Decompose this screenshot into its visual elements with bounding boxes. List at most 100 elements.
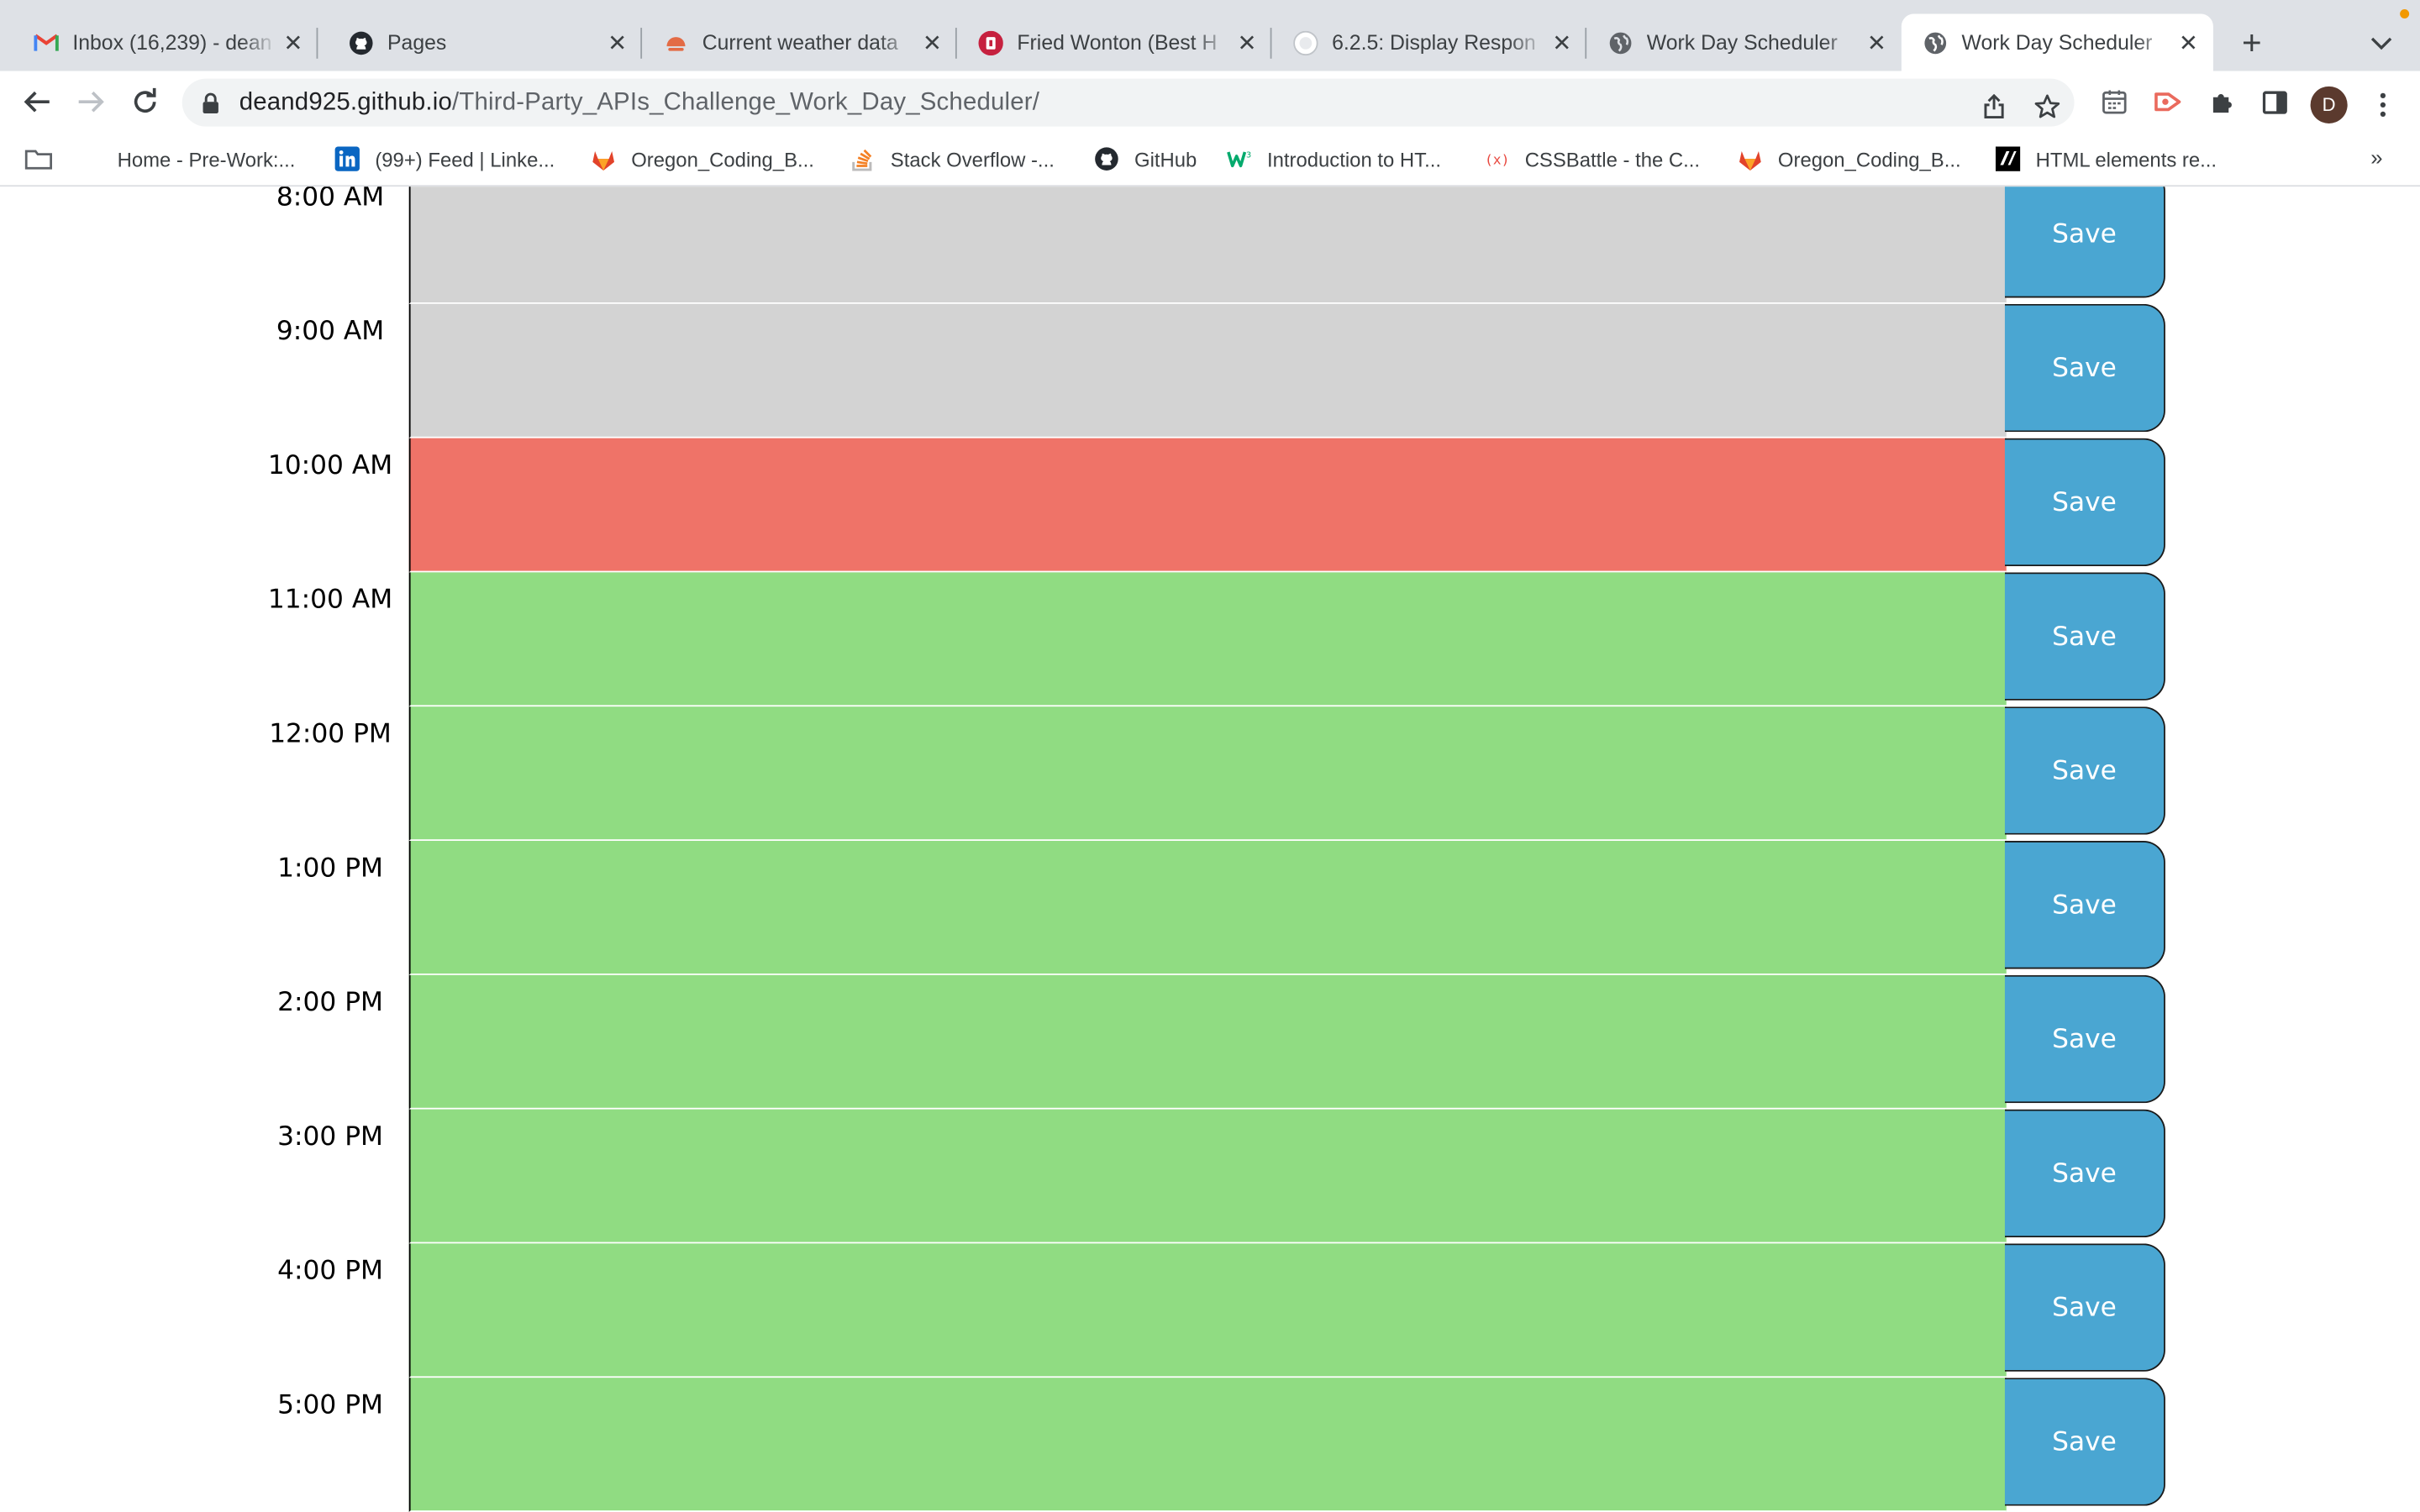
close-tab-icon[interactable]: ✕	[278, 27, 309, 58]
time-block: 8:00 AM Save	[0, 186, 2420, 304]
tab-scheduler-active[interactable]: Work Day Scheduler ✕	[1901, 13, 2213, 71]
hour-label: 8:00 AM	[276, 186, 385, 213]
event-description[interactable]	[408, 1243, 2007, 1378]
bookmark-item[interactable]: Oregon_Coding_B...	[1738, 144, 1961, 175]
close-tab-icon[interactable]: ✕	[1232, 27, 1263, 58]
browser-chrome: Inbox (16,239) - dean ✕ Pages ✕ Current …	[0, 0, 2420, 187]
event-description[interactable]	[408, 706, 2007, 842]
save-button[interactable]: Save	[2004, 706, 2165, 835]
bookmark-item[interactable]: (x) CSSBattle - the C...	[1485, 144, 1700, 175]
event-description[interactable]	[408, 974, 2007, 1110]
bookmark-item[interactable]: HTML elements re...	[1995, 144, 2217, 175]
w3schools-icon: 3	[1227, 146, 1251, 171]
folder-page-icon	[77, 146, 102, 171]
event-description[interactable]	[408, 572, 2007, 707]
side-panel-icon[interactable]	[2260, 87, 2291, 118]
tab-title: Fried Wonton (Best H	[1017, 30, 1218, 55]
close-tab-icon[interactable]: ✕	[1546, 27, 1577, 58]
share-icon[interactable]	[1979, 91, 2010, 122]
tab-recipe[interactable]: Fried Wonton (Best H ✕	[957, 14, 1272, 71]
bookmark-item[interactable]: Stack Overflow -...	[850, 144, 1055, 175]
hour-label: 9:00 AM	[276, 316, 385, 348]
event-description[interactable]	[408, 1109, 2007, 1244]
save-button[interactable]: Save	[2004, 1109, 2165, 1238]
bookmark-item[interactable]: 3 Introduction to HT...	[1227, 144, 1441, 175]
forward-icon[interactable]	[72, 83, 109, 120]
gitlab-icon	[1738, 146, 1762, 171]
tab-pages[interactable]: Pages ✕	[327, 14, 643, 71]
bookmark-label: CSSBattle - the C...	[1524, 147, 1701, 171]
bookmark-label: Introduction to HT...	[1266, 147, 1442, 171]
hour-label: 11:00 AM	[267, 585, 393, 616]
stackoverflow-icon	[850, 146, 875, 171]
lock-icon[interactable]	[203, 92, 224, 113]
gmail-icon	[34, 30, 59, 55]
profile-avatar[interactable]: D	[2310, 86, 2348, 123]
close-tab-icon[interactable]: ✕	[2173, 27, 2204, 58]
event-description[interactable]	[408, 186, 2007, 304]
tab-strip: Inbox (16,239) - dean ✕ Pages ✕ Current …	[0, 0, 2420, 71]
hour-label: 10:00 AM	[267, 450, 393, 482]
hour-label: 12:00 PM	[269, 718, 392, 750]
gitlab-icon	[591, 146, 615, 171]
calendar-extension-icon[interactable]	[2099, 87, 2130, 118]
address-bar[interactable]: deand925.github.io/Third-Party_APIs_Chal…	[182, 78, 2075, 127]
bookmarks-overflow-icon[interactable]: »	[2370, 145, 2382, 170]
save-button[interactable]: Save	[2004, 841, 2165, 969]
apps-folder-icon[interactable]	[24, 144, 52, 175]
tab-weather[interactable]: Current weather data ✕	[642, 14, 957, 71]
tab-scheduler[interactable]: Work Day Scheduler ✕	[1586, 14, 1902, 71]
url-path: /Third-Party_APIs_Challenge_Work_Day_Sch…	[452, 88, 1040, 115]
event-description[interactable]	[408, 438, 2007, 573]
bookmark-star-icon[interactable]	[2031, 91, 2062, 122]
github-icon	[1094, 146, 1118, 171]
save-button[interactable]: Save	[2004, 1378, 2165, 1506]
tab-course[interactable]: 6.2.5: Display Respon ✕	[1271, 14, 1587, 71]
bookmark-label: Oregon_Coding_B...	[1777, 147, 1961, 171]
bookmark-label: (99+) Feed | Linke...	[375, 147, 555, 171]
tab-title: Work Day Scheduler	[1961, 30, 2153, 55]
scheduler-page: 8:00 AM Save 9:00 AM Save 10:00 AM Save …	[0, 186, 2420, 1512]
svg-text:(x): (x)	[1485, 152, 1509, 168]
save-button[interactable]: Save	[2004, 1243, 2165, 1372]
tab-gmail[interactable]: Inbox (16,239) - dean ✕	[13, 14, 318, 71]
notification-dot	[2400, 9, 2410, 19]
url-text: deand925.github.io/Third-Party_APIs_Chal…	[239, 89, 1039, 117]
url-host: deand925.github.io	[239, 88, 453, 115]
new-tab-icon[interactable]: +	[2233, 24, 2270, 62]
bookmark-item[interactable]: Home - Pre-Work:...	[77, 144, 296, 175]
save-button[interactable]: Save	[2004, 438, 2165, 567]
browser-toolbar: deand925.github.io/Third-Party_APIs_Chal…	[0, 71, 2420, 132]
time-block: 3:00 PM Save	[0, 1109, 2420, 1244]
event-description[interactable]	[408, 841, 2007, 975]
save-button[interactable]: Save	[2004, 572, 2165, 701]
save-button[interactable]: Save	[2004, 974, 2165, 1104]
close-tab-icon[interactable]: ✕	[602, 27, 633, 58]
bookmark-item[interactable]: Oregon_Coding_B...	[591, 144, 814, 175]
more-menu-icon[interactable]	[2370, 87, 2395, 123]
tab-title: Inbox (16,239) - dean	[72, 30, 272, 55]
bookmark-label: Home - Pre-Work:...	[117, 147, 296, 171]
screencast-extension-icon[interactable]	[2153, 87, 2184, 118]
extensions-puzzle-icon[interactable]	[2207, 87, 2238, 118]
save-button[interactable]: Save	[2004, 303, 2165, 433]
event-description[interactable]	[408, 303, 2007, 438]
close-tab-icon[interactable]: ✕	[917, 27, 948, 58]
weather-icon	[664, 30, 688, 55]
event-description[interactable]	[408, 1378, 2007, 1512]
tab-separator	[316, 28, 318, 59]
close-tab-icon[interactable]: ✕	[1861, 27, 1892, 58]
tab-search-chevron-icon[interactable]	[2366, 28, 2397, 59]
hour-label: 3:00 PM	[277, 1121, 383, 1153]
course-icon	[1293, 29, 1318, 55]
tab-title: Pages	[387, 30, 447, 55]
bookmark-item[interactable]: GitHub	[1094, 144, 1197, 175]
bookmark-item[interactable]: (99+) Feed | Linke...	[334, 144, 555, 175]
back-icon[interactable]	[18, 83, 55, 120]
tab-title: Current weather data	[702, 30, 898, 55]
reload-icon[interactable]	[127, 83, 164, 120]
globe-icon	[1923, 30, 1948, 55]
time-block: 5:00 PM Save	[0, 1378, 2420, 1512]
time-block: 10:00 AM Save	[0, 438, 2420, 573]
save-button[interactable]: Save	[2004, 186, 2165, 298]
